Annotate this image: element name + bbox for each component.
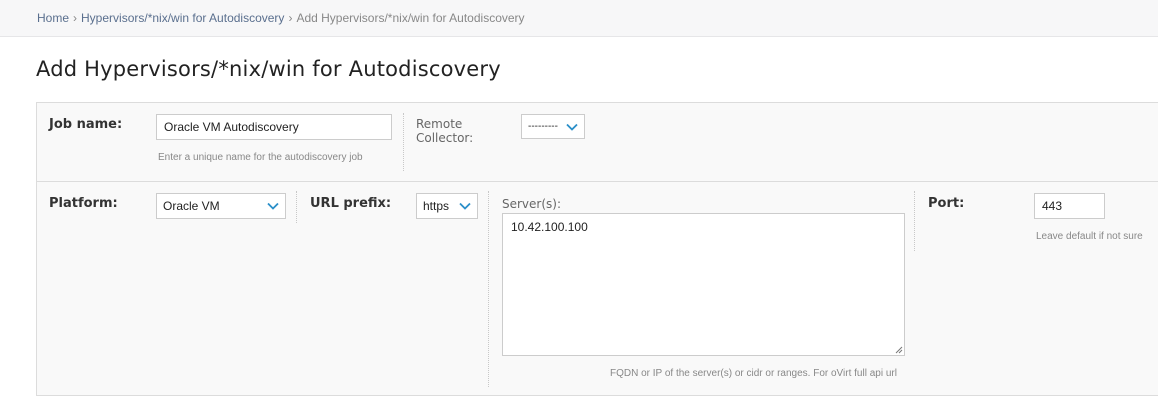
page-title: Add Hypervisors/*nix/win for Autodiscove… xyxy=(36,57,501,81)
servers-textarea[interactable]: 10.42.100.100 xyxy=(502,213,905,356)
chevron-down-icon xyxy=(459,202,471,210)
port-help: Leave default if not sure xyxy=(1036,231,1143,242)
form-row-connection: Platform: Oracle VM URL prefix: https Se… xyxy=(37,182,1158,397)
column-divider xyxy=(488,191,489,387)
job-name-label: Job name: xyxy=(49,117,123,132)
remote-collector-label: Remote Collector: xyxy=(416,117,473,145)
breadcrumb-home-link[interactable]: Home xyxy=(37,11,69,25)
breadcrumb-separator: › xyxy=(288,11,293,25)
breadcrumb-current: Add Hypervisors/*nix/win for Autodiscove… xyxy=(296,11,525,25)
platform-value: Oracle VM xyxy=(163,199,220,213)
servers-label: Server(s): xyxy=(502,197,562,211)
job-name-help: Enter a unique name for the autodiscover… xyxy=(158,152,363,163)
resize-grip-icon[interactable] xyxy=(895,346,903,354)
port-input[interactable]: 443 xyxy=(1034,193,1105,219)
chevron-down-icon xyxy=(267,202,279,210)
url-prefix-label: URL prefix: xyxy=(310,196,392,211)
remote-collector-value: --------- xyxy=(528,121,558,132)
remote-collector-label-line2: Collector: xyxy=(416,131,474,145)
port-value: 443 xyxy=(1042,199,1063,213)
url-prefix-select[interactable]: https xyxy=(416,193,478,219)
job-name-value: Oracle VM Autodiscovery xyxy=(164,120,299,134)
chevron-down-icon xyxy=(566,123,578,131)
form-row-job: Job name: Oracle VM Autodiscovery Enter … xyxy=(37,103,1158,182)
breadcrumb: Home › Hypervisors/*nix/win for Autodiscov… xyxy=(0,0,1158,37)
port-label: Port: xyxy=(928,196,965,211)
servers-value: 10.42.100.100 xyxy=(511,220,588,234)
breadcrumb-parent-link[interactable]: Hypervisors/*nix/win for Autodiscovery xyxy=(81,11,284,25)
servers-help: FQDN or IP of the server(s) or cidr or r… xyxy=(610,368,897,379)
column-divider xyxy=(403,113,404,171)
column-divider xyxy=(914,191,915,251)
remote-collector-select[interactable]: --------- xyxy=(521,114,585,139)
url-prefix-value: https xyxy=(423,199,450,213)
platform-select[interactable]: Oracle VM xyxy=(156,193,286,219)
job-name-input[interactable]: Oracle VM Autodiscovery xyxy=(156,114,392,140)
platform-label: Platform: xyxy=(49,196,118,211)
autodiscovery-form: Job name: Oracle VM Autodiscovery Enter … xyxy=(36,102,1158,396)
breadcrumb-separator: › xyxy=(73,11,78,25)
column-divider xyxy=(296,191,297,223)
remote-collector-label-line1: Remote xyxy=(416,117,463,131)
